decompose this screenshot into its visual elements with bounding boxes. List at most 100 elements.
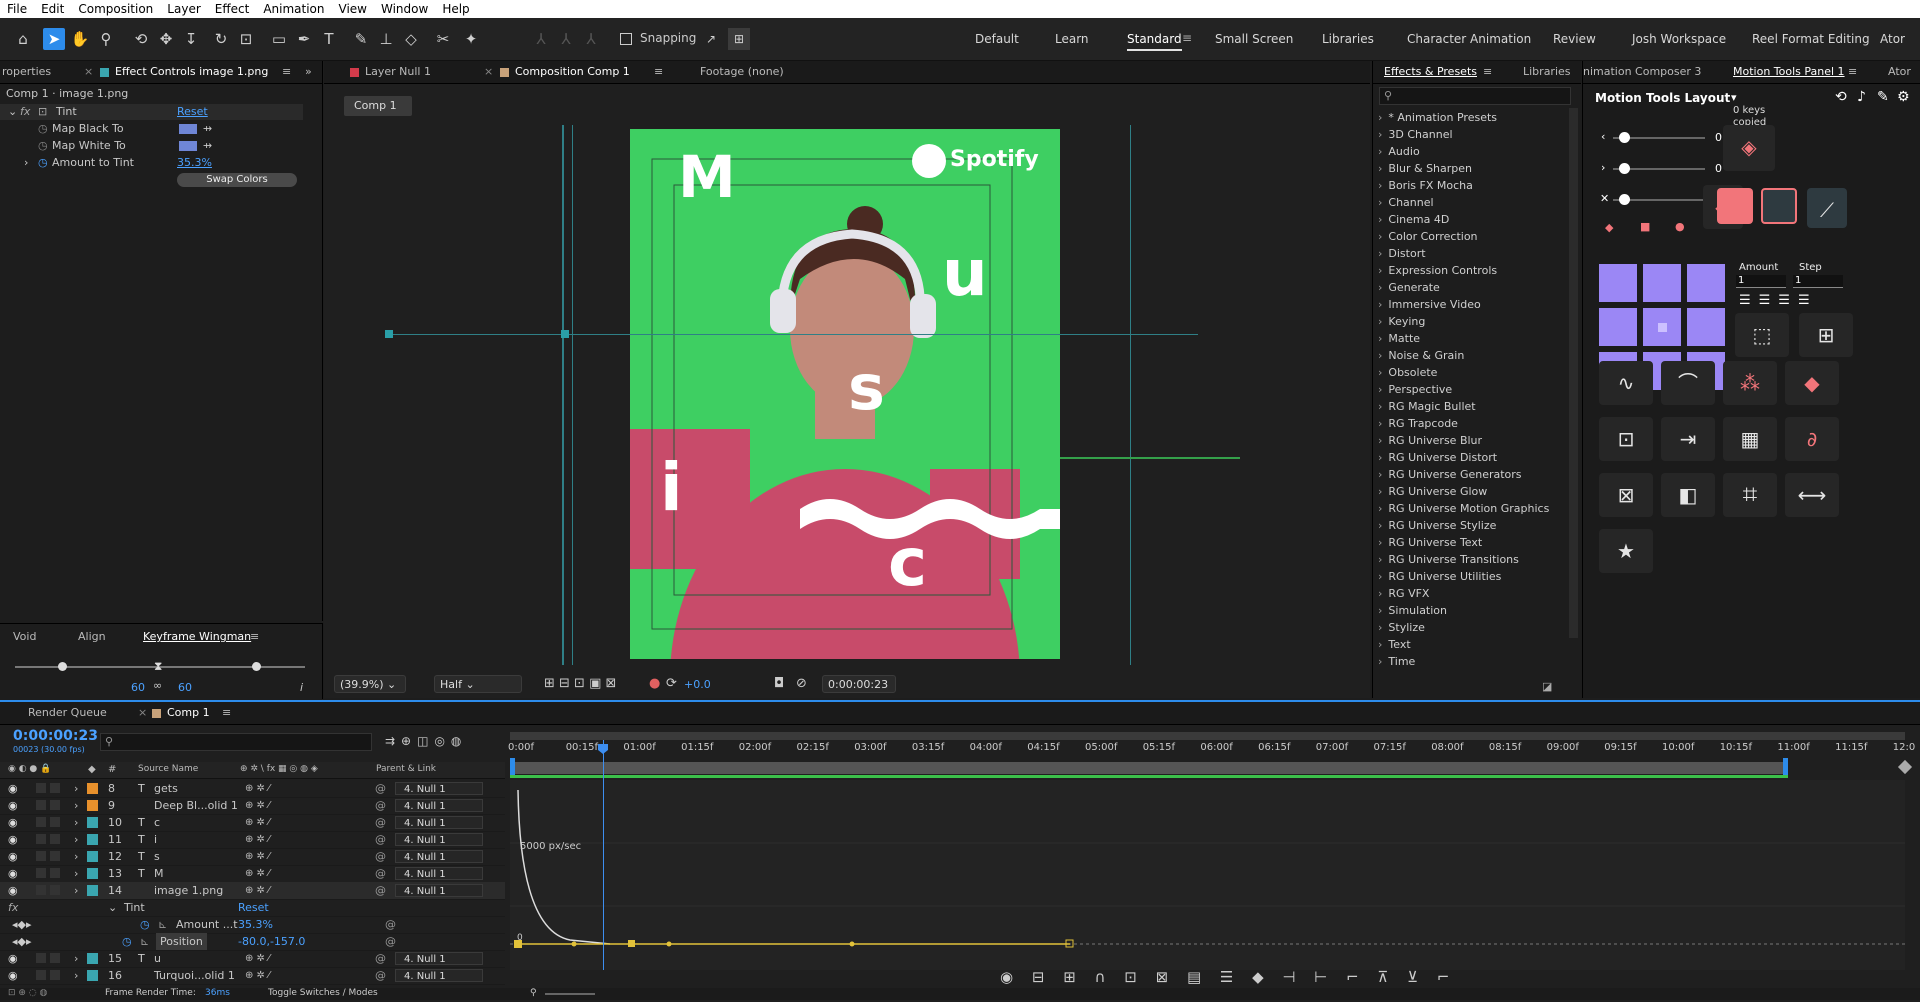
expand-arrow-icon[interactable]: › bbox=[1378, 536, 1382, 549]
effect-category[interactable]: › Obsolete bbox=[1378, 364, 1437, 381]
effect-options-icon[interactable]: ⊡ bbox=[38, 104, 47, 120]
axis-local-icon[interactable]: ⅄ bbox=[530, 28, 552, 50]
expand-arrow-icon[interactable]: › bbox=[1378, 366, 1382, 379]
workspace-libraries[interactable]: Libraries bbox=[1322, 32, 1374, 46]
timeline-layer-row[interactable]: ◉ › 10 Tc ⊕ ✲ ⁄ @4. Null 1 bbox=[0, 814, 505, 832]
slider-value[interactable]: 0 bbox=[1715, 131, 1722, 144]
timeline-timecode[interactable]: 0:00:00:23 bbox=[13, 728, 98, 744]
effect-category[interactable]: › Audio bbox=[1378, 143, 1420, 160]
expand-arrow-icon[interactable]: › bbox=[74, 882, 78, 899]
lock-toggle[interactable] bbox=[50, 885, 60, 895]
layout-dropdown-icon[interactable]: ▾ bbox=[1731, 91, 1737, 104]
menu-file[interactable]: File bbox=[0, 2, 34, 16]
tab-render-queue[interactable]: Render Queue bbox=[28, 706, 107, 719]
lock-toggle[interactable] bbox=[50, 817, 60, 827]
zoom-tool-icon[interactable]: ⚲ bbox=[95, 28, 117, 50]
expand-arrow-icon[interactable]: › bbox=[1378, 128, 1382, 141]
tab-void[interactable]: Void bbox=[13, 630, 36, 643]
viewer-timecode[interactable]: 0:00:00:23 bbox=[822, 675, 896, 693]
menu-edit[interactable]: Edit bbox=[34, 2, 71, 16]
parent-dropdown[interactable]: 4. Null 1 bbox=[395, 884, 483, 897]
expand-arrow-icon[interactable]: › bbox=[74, 950, 78, 967]
expand-arrow-icon[interactable]: › bbox=[1378, 655, 1382, 668]
workspace-menu-icon[interactable]: ≡ bbox=[1182, 31, 1192, 45]
eye-icon[interactable]: ◉ bbox=[8, 848, 18, 865]
step-input[interactable]: 1 bbox=[1793, 275, 1843, 288]
pick-whip-icon[interactable]: @ bbox=[375, 865, 386, 882]
effect-tint-row[interactable]: fx ⌄ Tint Reset bbox=[0, 899, 505, 917]
effect-category[interactable]: › Text bbox=[1378, 636, 1411, 653]
effect-category[interactable]: › Boris FX Mocha bbox=[1378, 177, 1473, 194]
precompose-button[interactable]: ⊠ bbox=[1599, 473, 1653, 517]
workspace-learn[interactable]: Learn bbox=[1055, 32, 1089, 46]
menu-window[interactable]: Window bbox=[374, 2, 435, 16]
solo-toggle[interactable] bbox=[36, 851, 46, 861]
eyedropper-icon[interactable]: ⇸ bbox=[203, 138, 212, 154]
effect-category[interactable]: › RG Universe Transitions bbox=[1378, 551, 1519, 568]
label-color-swatch[interactable] bbox=[87, 885, 98, 896]
axis-view-icon[interactable]: ⅄ bbox=[580, 28, 602, 50]
effect-category[interactable]: › RG Universe Motion Graphics bbox=[1378, 500, 1549, 517]
panel-menu-icon[interactable]: ≡ bbox=[282, 65, 291, 78]
effect-category[interactable]: › * Animation Presets bbox=[1378, 109, 1497, 126]
pick-whip-icon[interactable]: @ bbox=[375, 882, 386, 899]
label-color-swatch[interactable] bbox=[87, 800, 98, 811]
menu-layer[interactable]: Layer bbox=[160, 2, 207, 16]
anchor-cell[interactable] bbox=[1643, 308, 1681, 346]
effect-category[interactable]: › Cinema 4D bbox=[1378, 211, 1449, 228]
position-value[interactable]: -80.0,-157.0 bbox=[238, 933, 305, 950]
anchor-cell[interactable] bbox=[1599, 264, 1637, 302]
expand-arrow-icon[interactable]: › bbox=[1378, 485, 1382, 498]
expand-arrow-icon[interactable]: › bbox=[1378, 621, 1382, 634]
effect-category[interactable]: › Matte bbox=[1378, 330, 1420, 347]
expand-arrow-icon[interactable]: › bbox=[1378, 247, 1382, 260]
roto-brush-icon[interactable]: ✂ bbox=[432, 28, 454, 50]
stroke-color-button[interactable] bbox=[1761, 188, 1797, 224]
solo-toggle[interactable] bbox=[36, 834, 46, 844]
eraser-tool-icon[interactable]: ◇ bbox=[400, 28, 422, 50]
solo-toggle[interactable] bbox=[36, 817, 46, 827]
parent-dropdown[interactable]: 4. Null 1 bbox=[395, 867, 483, 880]
effect-category[interactable]: › Color Correction bbox=[1378, 228, 1478, 245]
mirror-button[interactable]: ◆ bbox=[1785, 361, 1839, 405]
expand-arrow-icon[interactable]: ⌄ bbox=[108, 899, 117, 916]
lock-toggle[interactable] bbox=[50, 851, 60, 861]
type-tool-icon[interactable]: T bbox=[318, 28, 340, 50]
expand-arrow-icon[interactable]: › bbox=[74, 831, 78, 848]
workspace-ator[interactable]: Ator bbox=[1880, 32, 1905, 46]
brush-tool-icon[interactable]: ✎ bbox=[350, 28, 372, 50]
close-tab-icon[interactable]: × bbox=[84, 65, 93, 78]
motion-keyframe[interactable] bbox=[385, 330, 393, 338]
stopwatch-icon[interactable]: ◷ bbox=[122, 933, 132, 950]
reset-link[interactable]: Reset bbox=[177, 104, 208, 120]
wingman-slider-right-handle[interactable] bbox=[252, 662, 261, 671]
expand-arrow-icon[interactable]: › bbox=[1378, 519, 1382, 532]
lock-toggle[interactable] bbox=[50, 834, 60, 844]
timeline-zoom-slider[interactable] bbox=[545, 993, 595, 995]
expand-arrow-icon[interactable]: › bbox=[74, 797, 78, 814]
effect-category[interactable]: › RG Universe Blur bbox=[1378, 432, 1482, 449]
menu-help[interactable]: Help bbox=[435, 2, 476, 16]
amount-value[interactable]: 35.3% bbox=[238, 916, 273, 933]
expand-arrow-icon[interactable]: › bbox=[1378, 196, 1382, 209]
tab-align[interactable]: Align bbox=[78, 630, 106, 643]
lock-toggle[interactable] bbox=[50, 783, 60, 793]
expand-arrow-icon[interactable]: › bbox=[1378, 230, 1382, 243]
new-bin-icon[interactable]: ◪ bbox=[1542, 680, 1552, 693]
effect-category[interactable]: › RG Universe Generators bbox=[1378, 466, 1522, 483]
expand-arrow-icon[interactable]: › bbox=[24, 155, 28, 171]
home-icon[interactable]: ⌂ bbox=[12, 28, 34, 50]
exposure-value[interactable]: +0.0 bbox=[684, 678, 711, 691]
color-swatch[interactable] bbox=[179, 141, 197, 151]
grid-layout-button[interactable]: ⊞ bbox=[1799, 313, 1853, 357]
pick-whip-icon[interactable]: @ bbox=[385, 933, 396, 950]
layer-name[interactable]: u bbox=[154, 950, 161, 967]
expand-arrow-icon[interactable]: › bbox=[1378, 264, 1382, 277]
snapping-checkbox[interactable] bbox=[620, 33, 632, 45]
align-text-icons[interactable]: ☰☰☰☰ bbox=[1739, 293, 1818, 308]
rectangle-tool-icon[interactable]: ▭ bbox=[268, 28, 290, 50]
current-time-indicator[interactable] bbox=[603, 740, 604, 970]
label-color-swatch[interactable] bbox=[87, 783, 98, 794]
expand-arrow-icon[interactable]: › bbox=[1378, 400, 1382, 413]
zoom-dropdown[interactable]: (39.9%) ⌄ bbox=[334, 675, 406, 693]
